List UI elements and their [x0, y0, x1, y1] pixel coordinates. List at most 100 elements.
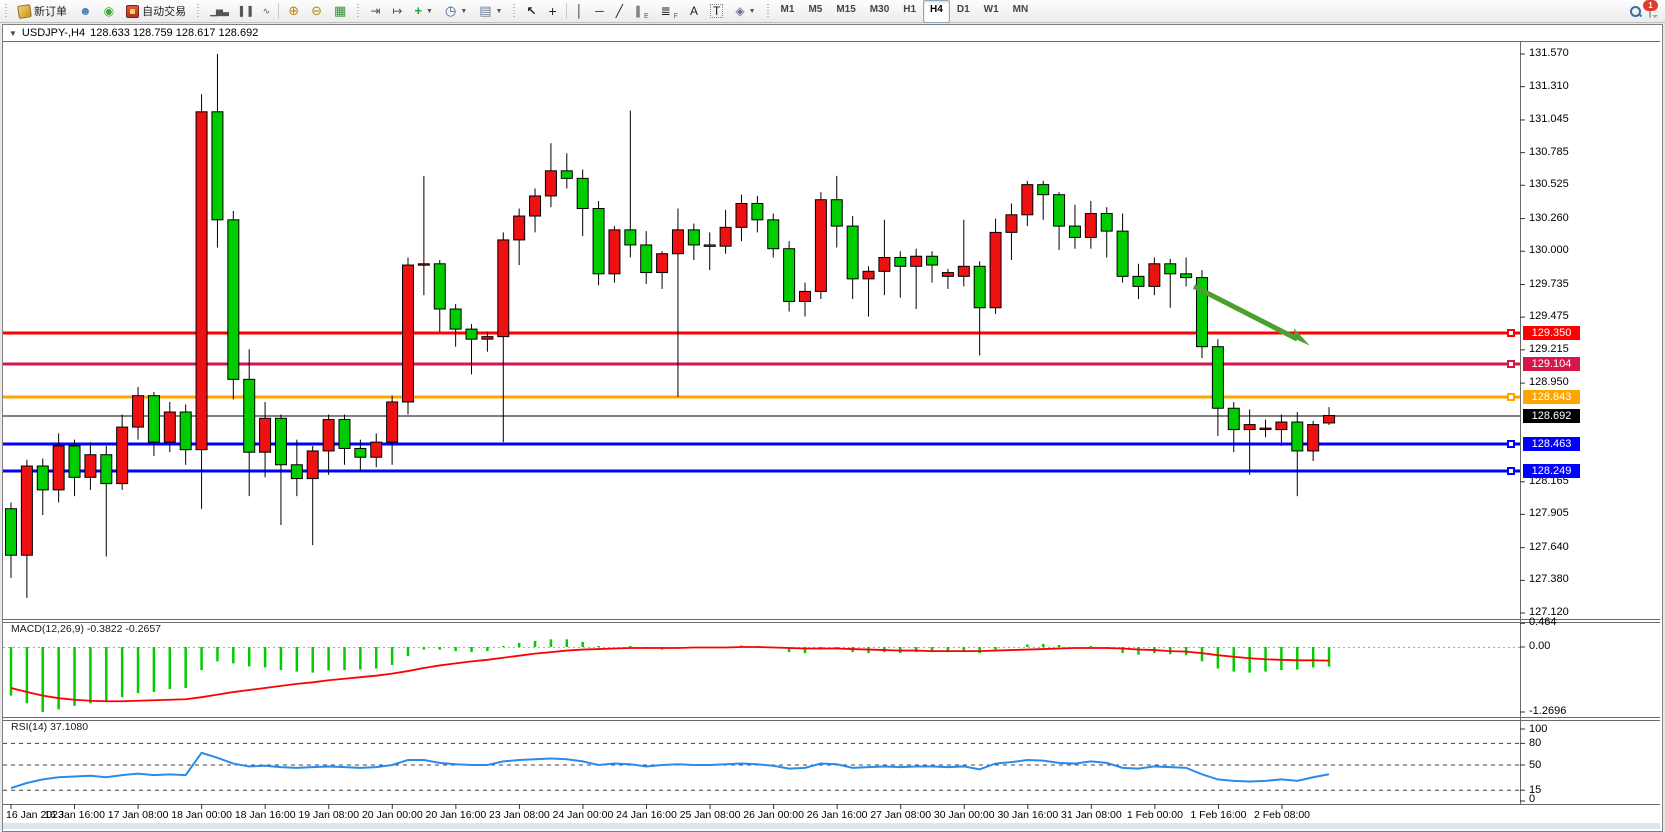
time-axis-label: 20 Jan 16:00	[425, 809, 486, 821]
candle-body	[387, 402, 398, 442]
auto-scroll-icon: ⇥	[370, 5, 380, 17]
trade-group: 新订单 ☻ ◉ 自动交易	[0, 0, 192, 22]
equidistant-channel-button[interactable]: ∥E	[629, 0, 655, 23]
candle-body	[1228, 408, 1239, 429]
candlestick-icon: ▌▐	[240, 5, 251, 17]
time-axis-label: 17 Jan 08:00	[108, 809, 169, 821]
bar-chart-mode-button[interactable]: ▁▅▃	[204, 0, 234, 23]
price-axis-label: 128.950	[1529, 376, 1569, 388]
timeframe-h1[interactable]: H1	[896, 0, 923, 23]
auto-scroll-button[interactable]: ⇥	[364, 0, 386, 23]
chart-window-inner: ▼ USDJPY-,H4 128.633 128.759 128.617 128…	[3, 25, 1660, 829]
candle-body	[196, 112, 207, 450]
time-axis-label: 23 Jan 08:00	[489, 809, 550, 821]
candle-body	[133, 396, 144, 427]
candle-body	[863, 271, 874, 279]
candle-body	[434, 264, 445, 309]
candle-body	[466, 329, 477, 339]
market-watch-button[interactable]: ☻	[73, 0, 98, 23]
timeframe-m5[interactable]: M5	[801, 0, 829, 23]
candle-body	[1324, 416, 1335, 423]
horizontal-line-button[interactable]: ─	[589, 0, 610, 23]
timeframe-mn[interactable]: MN	[1006, 0, 1036, 23]
candle-body	[1117, 231, 1128, 276]
timeframe-w1[interactable]: W1	[977, 0, 1006, 23]
timeframe-m30[interactable]: M30	[863, 0, 896, 23]
candle-body	[1292, 422, 1303, 451]
hline-anchor	[1508, 441, 1514, 447]
price-badge-128.843: 128.843	[1523, 390, 1580, 404]
candle-body	[625, 230, 636, 245]
price-axis-label: 131.310	[1529, 80, 1569, 92]
notifications-button[interactable]: 1	[1649, 5, 1651, 17]
vertical-line-icon: │	[576, 5, 584, 17]
candle-body	[1165, 264, 1176, 274]
candle-body	[895, 258, 906, 267]
candle-body	[291, 465, 302, 479]
rsi-axis-label: 50	[1529, 759, 1541, 771]
candle-body	[53, 446, 64, 490]
chart-title-symbol: USDJPY-,H4	[22, 27, 85, 39]
indicators-button[interactable]: + ▼	[408, 0, 439, 23]
text-label-button[interactable]: T	[704, 0, 729, 23]
periods-button[interactable]: ◷ ▼	[439, 0, 473, 23]
crosshair-button[interactable]: +	[543, 0, 563, 23]
zoom-out-button[interactable]: ⊖	[305, 0, 328, 23]
text-button[interactable]: A	[684, 0, 704, 23]
candle-body	[1038, 185, 1049, 195]
bar-chart-icon: ▁▅▃	[210, 5, 228, 17]
text-icon: A	[690, 5, 698, 17]
time-axis-label: 1 Feb 16:00	[1190, 809, 1246, 821]
candle-body	[641, 245, 652, 273]
cursor-button[interactable]: ↖	[520, 0, 542, 23]
timeframe-m1[interactable]: M1	[774, 0, 802, 23]
arrows-tool-icon: ◈	[735, 5, 744, 17]
candle-body	[355, 448, 366, 457]
tile-windows-button[interactable]: ▦	[328, 0, 352, 23]
candle-body	[498, 240, 509, 337]
candle-body	[1276, 422, 1287, 430]
arrows-button[interactable]: ◈ ▼	[729, 0, 761, 23]
templates-button[interactable]: ▤ ▼	[473, 0, 508, 23]
symbol-dropdown-icon[interactable]: ▼	[9, 29, 17, 38]
signals-button[interactable]: ◉	[98, 0, 120, 23]
insert-group: + ▼ ◷ ▼ ▤ ▼	[408, 0, 508, 22]
candle-body	[1260, 428, 1271, 429]
new-order-button[interactable]: 新订单	[12, 0, 73, 23]
crosshair-icon: +	[549, 5, 557, 17]
candle-body	[148, 396, 159, 442]
trendline-button[interactable]: ╱	[610, 0, 629, 23]
rsi-indicator-label: RSI(14) 37.1080	[11, 721, 88, 733]
hline-anchor	[1508, 468, 1514, 474]
horizontal-line-icon: ─	[595, 5, 604, 17]
broadcast-icon: ◉	[104, 5, 114, 17]
candle-body	[688, 230, 699, 245]
auto-trading-button[interactable]: 自动交易	[120, 0, 192, 23]
text-label-icon: T	[710, 4, 723, 18]
chevron-down-icon: ▼	[749, 8, 756, 15]
vertical-line-button[interactable]: │	[570, 0, 590, 23]
candlestick-mode-button[interactable]: ▌▐	[234, 0, 257, 23]
timeframe-m15[interactable]: M15	[829, 0, 862, 23]
search-icon[interactable]	[1630, 6, 1641, 17]
zoom-in-button[interactable]: ⊕	[282, 0, 305, 23]
person-icon: ☻	[79, 5, 92, 17]
price-badge-129.350: 129.350	[1523, 326, 1580, 340]
chart-shift-button[interactable]: ↦	[386, 0, 408, 23]
objects-group: ↖ + │ ─ ╱ ∥E ≣F A T ◈ ▼	[520, 0, 761, 22]
auto-trading-label: 自动交易	[142, 3, 186, 19]
candle-body	[545, 171, 556, 196]
candle-body	[1244, 425, 1255, 430]
line-chart-mode-button[interactable]: ∿	[257, 0, 276, 23]
candle-body	[577, 178, 588, 208]
candle-body	[1054, 195, 1065, 226]
fibonacci-button[interactable]: ≣F	[655, 0, 684, 23]
candle-body	[37, 466, 48, 490]
candle-body	[1181, 274, 1192, 278]
timeframe-h4[interactable]: H4	[923, 0, 950, 23]
timeframe-d1[interactable]: D1	[950, 0, 977, 23]
candle-body	[260, 418, 271, 452]
price-axis-label: 129.475	[1529, 310, 1569, 322]
candle-body	[482, 337, 493, 340]
hline-anchor	[1508, 361, 1514, 367]
